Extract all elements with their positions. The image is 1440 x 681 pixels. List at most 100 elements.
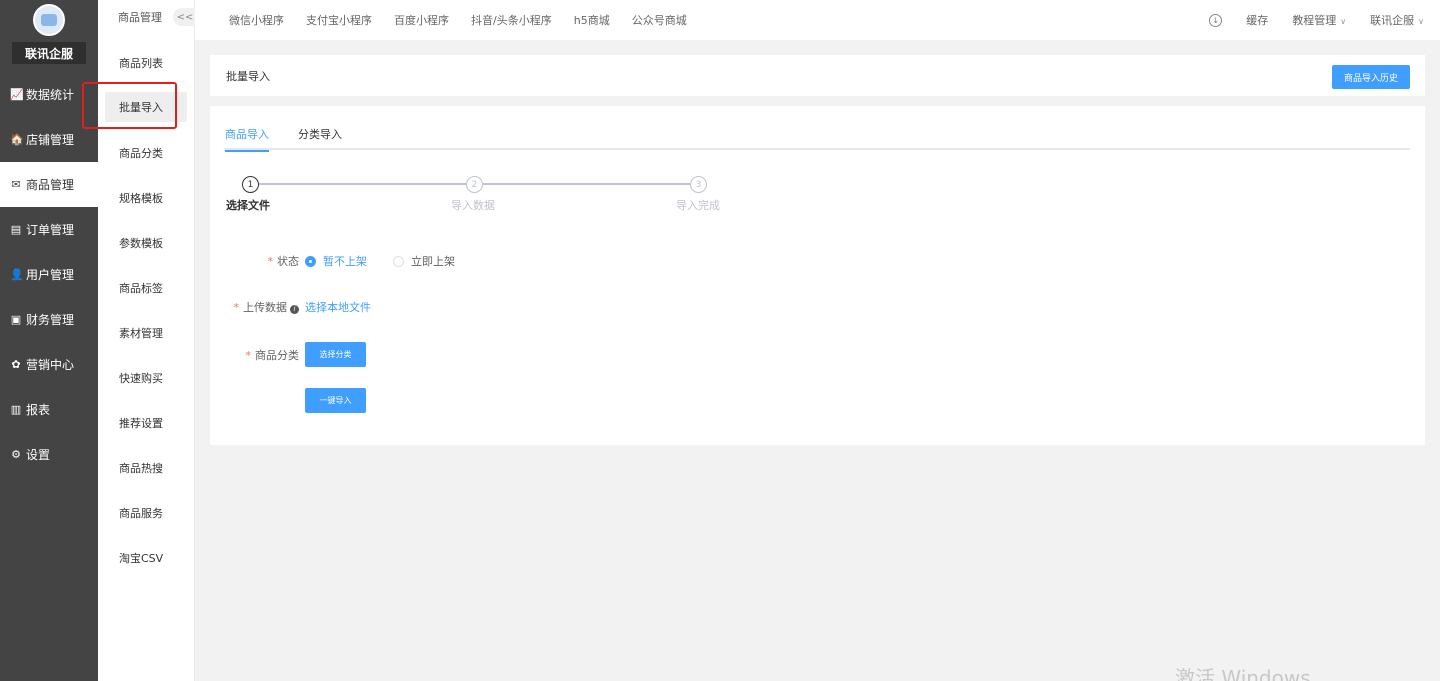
step-connector bbox=[259, 183, 467, 185]
sub-menu-item[interactable]: 批量导入 bbox=[105, 92, 187, 122]
sidebar-item-2[interactable]: ✉ 商品管理 bbox=[0, 162, 98, 207]
radio-checked-icon bbox=[305, 255, 316, 267]
step-2-label: 导入数据 bbox=[451, 199, 495, 212]
sub-menu-item[interactable]: 商品热搜 bbox=[98, 445, 194, 490]
tutorial-menu[interactable]: 教程管理 ∨ bbox=[1292, 12, 1346, 28]
page-title: 批量导入 bbox=[226, 69, 270, 83]
account-menu[interactable]: 联讯企服 ∨ bbox=[1370, 12, 1424, 28]
status-row: * 状态 暂不上架 立即上架 bbox=[225, 253, 481, 269]
sidebar-item-5[interactable]: ▣ 财务管理 bbox=[0, 297, 98, 342]
sidebar-item-label: 营销中心 bbox=[26, 358, 75, 372]
sidebar-item-label: 订单管理 bbox=[26, 223, 75, 237]
sub-menu-item[interactable]: 商品列表 bbox=[98, 40, 194, 85]
main-sidebar: 联讯企服 📈 数据统计 🏠 店铺管理 ✉ 商品管理 ▤ 订单管理 👤 用户管理 ▣ 财务管理 ✿ 营销中心… bbox=[0, 0, 98, 681]
sub-menu-item[interactable]: 素材管理 bbox=[98, 310, 194, 355]
order-icon: ▤ bbox=[10, 223, 22, 236]
select-category-button[interactable]: 选择分类 bbox=[305, 342, 366, 367]
tab-category-import[interactable]: 分类导入 bbox=[298, 122, 342, 150]
sub-menu-item[interactable]: 推荐设置 bbox=[98, 400, 194, 445]
brand-name: 联讯企服 bbox=[12, 42, 86, 64]
report-icon: ▥ bbox=[10, 403, 22, 416]
one-click-import-button[interactable]: 一键导入 bbox=[305, 388, 366, 413]
import-history-button[interactable]: 商品导入历史 bbox=[1332, 65, 1410, 89]
windows-activation-watermark: 激活 Windows bbox=[1175, 666, 1311, 681]
gear-icon: ⚙ bbox=[11, 448, 21, 461]
import-panel: 商品导入 分类导入 1 2 3 选择文件 导入数据 导入完成 * 状态 暂不上架 … bbox=[210, 106, 1425, 445]
step-3-label: 导入完成 bbox=[676, 199, 720, 212]
store-icon: 🏠 bbox=[10, 133, 24, 146]
import-row: 一键导入 bbox=[225, 388, 366, 413]
sub-sidebar: 商品管理 << 商品列表批量导入商品分类 规格模板 参数模板 商品标签 素材管理 快速购买… bbox=[98, 0, 197, 681]
status-option-hold: 暂不上架 bbox=[323, 255, 367, 268]
sidebar-item-7[interactable]: ▥ 报表 bbox=[0, 387, 98, 432]
sub-menu-item[interactable]: 商品分类 bbox=[98, 130, 194, 175]
sidebar-item-label: 财务管理 bbox=[26, 313, 75, 327]
sub-menu-item[interactable]: 参数模板 bbox=[98, 220, 194, 265]
sidebar-item-label: 商品管理 bbox=[26, 178, 75, 192]
import-steps: 1 2 3 选择文件 导入数据 导入完成 bbox=[225, 176, 745, 216]
platform-tab[interactable]: 百度小程序 bbox=[394, 12, 449, 28]
status-radio-publish[interactable]: 立即上架 bbox=[393, 253, 455, 269]
platform-tab[interactable]: 抖音/头条小程序 bbox=[471, 12, 552, 28]
step-1-icon: 1 bbox=[242, 176, 259, 193]
logo-icon bbox=[41, 14, 57, 26]
import-tabs: 商品导入 分类导入 bbox=[225, 122, 1410, 152]
main-menu: 📈 数据统计 🏠 店铺管理 ✉ 商品管理 ▤ 订单管理 👤 用户管理 ▣ 财务管理 ✿ 营销中心 ▥ 报表 ⚙ 设… bbox=[0, 72, 98, 477]
platform-tab[interactable]: h5商城 bbox=[574, 12, 610, 28]
step-2-icon: 2 bbox=[466, 176, 483, 193]
chevron-down-icon: ∨ bbox=[1418, 17, 1424, 26]
radio-unchecked-icon bbox=[393, 255, 404, 267]
sub-menu-item[interactable]: 商品服务 bbox=[98, 490, 194, 535]
sub-menu-item[interactable]: 淘宝CSV bbox=[98, 535, 194, 580]
sidebar-item-label: 数据统计 bbox=[26, 88, 75, 102]
product-icon: ✉ bbox=[11, 178, 21, 191]
category-row: * 商品分类 选择分类 bbox=[225, 342, 366, 367]
tutorial-label: 教程管理 bbox=[1292, 14, 1337, 27]
chart-line-icon: 📈 bbox=[10, 88, 24, 101]
sub-sidebar-title: 商品管理 bbox=[118, 11, 162, 24]
sidebar-item-1[interactable]: 🏠 店铺管理 bbox=[0, 117, 98, 162]
category-label: * 商品分类 bbox=[245, 348, 300, 362]
top-bar: 微信小程序 支付宝小程序 百度小程序 抖音/头条小程序 h5商城 公众号商城 ↓ 缓存 教… bbox=[195, 0, 1440, 40]
finance-icon: ▣ bbox=[10, 313, 22, 326]
user-icon: 👤 bbox=[10, 268, 24, 281]
upload-label: * 上传数据 i bbox=[225, 299, 305, 315]
info-icon: i bbox=[290, 304, 299, 314]
step-3-icon: 3 bbox=[690, 176, 707, 193]
platform-tab[interactable]: 公众号商城 bbox=[632, 12, 687, 28]
sidebar-item-label: 用户管理 bbox=[26, 268, 75, 282]
select-local-file-link[interactable]: 选择本地文件 bbox=[305, 299, 371, 315]
sub-menu: 商品列表批量导入商品分类 规格模板 参数模板 商品标签 素材管理 快速购买 推荐设置 商品热搜… bbox=[98, 40, 194, 580]
sub-menu-item[interactable]: 规格模板 bbox=[98, 175, 194, 220]
tab-product-import[interactable]: 商品导入 bbox=[225, 122, 269, 152]
sidebar-item-4[interactable]: 👤 用户管理 bbox=[0, 252, 98, 297]
top-right-actions: ↓ 缓存 教程管理 ∨ 联讯企服 ∨ bbox=[1209, 0, 1424, 40]
download-icon[interactable]: ↓ bbox=[1209, 13, 1223, 27]
sidebar-item-3[interactable]: ▤ 订单管理 bbox=[0, 207, 98, 252]
platform-tab[interactable]: 微信小程序 bbox=[229, 12, 284, 28]
sub-menu-item[interactable]: 快速购买 bbox=[98, 355, 194, 400]
status-option-publish: 立即上架 bbox=[411, 255, 455, 268]
logo-area: 联讯企服 bbox=[0, 0, 98, 72]
marketing-icon: ✿ bbox=[11, 358, 21, 371]
cache-button[interactable]: 缓存 bbox=[1246, 12, 1268, 28]
sidebar-item-0[interactable]: 📈 数据统计 bbox=[0, 72, 98, 117]
sub-sidebar-header: 商品管理 << bbox=[98, 0, 197, 34]
status-radio-hold[interactable]: 暂不上架 bbox=[305, 253, 367, 269]
step-1-label: 选择文件 bbox=[226, 199, 270, 212]
sidebar-item-label: 设置 bbox=[26, 448, 51, 462]
sidebar-item-label: 店铺管理 bbox=[26, 133, 75, 147]
step-connector bbox=[483, 183, 690, 185]
platform-tabs: 微信小程序 支付宝小程序 百度小程序 抖音/头条小程序 h5商城 公众号商城 bbox=[229, 12, 709, 28]
sidebar-item-label: 报表 bbox=[26, 403, 51, 417]
logo[interactable] bbox=[33, 4, 65, 36]
status-label: * 状态 bbox=[267, 255, 300, 268]
page-header: 批量导入 商品导入历史 bbox=[210, 55, 1425, 96]
sidebar-item-8[interactable]: ⚙ 设置 bbox=[0, 432, 98, 477]
collapse-button[interactable]: << bbox=[173, 8, 197, 26]
chevron-down-icon: ∨ bbox=[1340, 17, 1347, 26]
sub-menu-item[interactable]: 商品标签 bbox=[98, 265, 194, 310]
platform-tab[interactable]: 支付宝小程序 bbox=[306, 12, 372, 28]
upload-row: * 上传数据 i 选择本地文件 bbox=[225, 299, 372, 315]
sidebar-item-6[interactable]: ✿ 营销中心 bbox=[0, 342, 98, 387]
